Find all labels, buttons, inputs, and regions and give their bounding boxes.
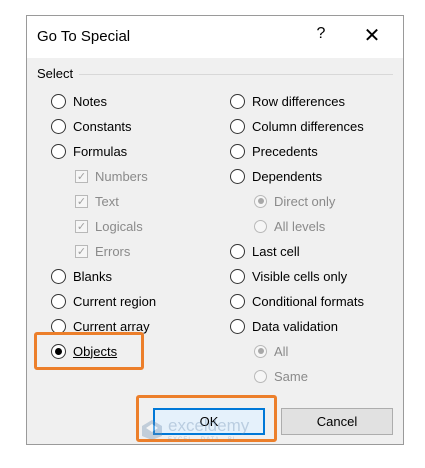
option-blanks[interactable]: Blanks: [51, 266, 112, 286]
option-direct-only-label: Direct only: [274, 193, 336, 209]
radio-conditional-formats[interactable]: [230, 293, 245, 309]
option-row-differences-label: Row differences: [252, 93, 345, 109]
radio-last-cell[interactable]: [230, 243, 245, 259]
option-row-differences[interactable]: Row differences: [230, 91, 345, 111]
option-text: ✓ Text: [75, 191, 119, 211]
option-last-cell[interactable]: Last cell: [230, 241, 300, 261]
option-precedents[interactable]: Precedents: [230, 141, 318, 161]
option-errors: ✓ Errors: [75, 241, 130, 261]
exceldemy-logo-icon: [142, 420, 162, 440]
watermark-name: exceldemy: [168, 416, 250, 435]
go-to-special-dialog: Go To Special ? ✕ Select Notes Constants…: [26, 15, 404, 445]
radio-all-levels: [254, 219, 267, 233]
option-numbers: ✓ Numbers: [75, 166, 148, 186]
radio-all: [254, 344, 267, 358]
option-same: Same: [254, 366, 308, 386]
option-constants-label: Constants: [73, 118, 132, 134]
option-last-cell-label: Last cell: [252, 243, 300, 259]
option-errors-label: Errors: [95, 243, 131, 259]
watermark: exceldemy EXCEL · DATA · BI: [140, 414, 300, 450]
option-dependents[interactable]: Dependents: [230, 166, 322, 186]
radio-current-region[interactable]: [51, 293, 66, 309]
option-numbers-label: Numbers: [95, 168, 148, 184]
option-all-label: All: [274, 343, 289, 359]
option-same-label: Same: [274, 368, 308, 384]
radio-formulas[interactable]: [51, 143, 66, 159]
option-text-label: Text: [95, 193, 119, 209]
option-notes[interactable]: Notes: [51, 91, 107, 111]
option-data-validation[interactable]: Data validation: [230, 316, 338, 336]
radio-data-validation[interactable]: [230, 318, 245, 334]
option-all-levels-label: All levels: [274, 218, 326, 234]
radio-same: [254, 369, 267, 383]
option-column-differences[interactable]: Column differences: [230, 116, 364, 136]
objects-highlight-box: [34, 332, 144, 370]
option-logicals: ✓ Logicals: [75, 216, 143, 236]
option-dependents-label: Dependents: [252, 168, 323, 184]
option-constants[interactable]: Constants: [51, 116, 132, 136]
option-all-levels: All levels: [254, 216, 325, 236]
checkbox-errors: ✓: [75, 244, 88, 258]
radio-notes[interactable]: [51, 93, 66, 109]
option-direct-only: Direct only: [254, 191, 335, 211]
option-conditional-formats-label: Conditional formats: [252, 293, 364, 309]
radio-dependents[interactable]: [230, 168, 245, 184]
option-current-region-label: Current region: [73, 293, 157, 309]
option-formulas[interactable]: Formulas: [51, 141, 127, 161]
radio-row-differences[interactable]: [230, 93, 245, 109]
option-blanks-label: Blanks: [73, 268, 113, 284]
radio-visible-cells-only[interactable]: [230, 268, 245, 284]
checkbox-numbers: ✓: [75, 169, 88, 183]
option-formulas-label: Formulas: [73, 143, 128, 159]
radio-blanks[interactable]: [51, 268, 66, 284]
checkbox-logicals: ✓: [75, 219, 88, 233]
option-notes-label: Notes: [73, 93, 107, 109]
radio-direct-only: [254, 194, 267, 208]
radio-constants[interactable]: [51, 118, 66, 134]
dialog-title: Go To Special: [37, 28, 131, 45]
title-bar: Go To Special ? ✕: [27, 16, 403, 58]
group-divider: [79, 74, 393, 75]
option-visible-cells-only-label: Visible cells only: [252, 268, 348, 284]
option-conditional-formats[interactable]: Conditional formats: [230, 291, 364, 311]
radio-disabled-dot: [257, 198, 264, 204]
option-data-validation-label: Data validation: [252, 318, 338, 334]
option-logicals-label: Logicals: [95, 218, 143, 234]
radio-precedents[interactable]: [230, 143, 245, 159]
option-precedents-label: Precedents: [252, 143, 318, 159]
radio-column-differences[interactable]: [230, 118, 245, 134]
option-all: All: [254, 341, 288, 361]
option-current-region[interactable]: Current region: [51, 291, 156, 311]
watermark-subtitle: EXCEL · DATA · BI: [168, 437, 236, 443]
option-visible-cells-only[interactable]: Visible cells only: [230, 266, 347, 286]
select-group-label: Select: [37, 66, 74, 81]
checkbox-text: ✓: [75, 194, 88, 208]
radio-disabled-dot: [257, 348, 264, 354]
help-button[interactable]: ?: [311, 25, 331, 47]
close-button[interactable]: ✕: [360, 25, 384, 47]
option-column-differences-label: Column differences: [252, 118, 364, 134]
